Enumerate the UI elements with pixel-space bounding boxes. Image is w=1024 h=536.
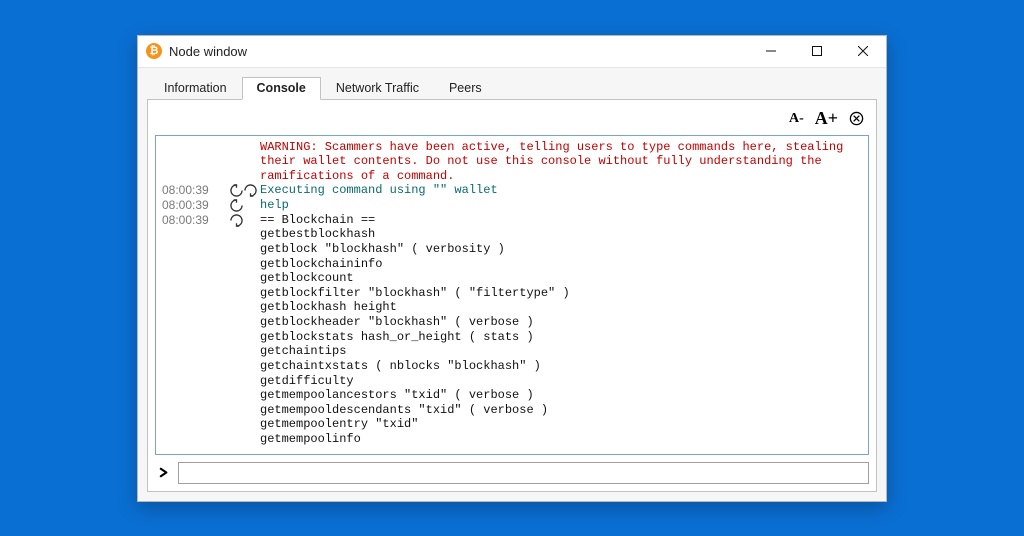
title-bar: ₿ Node window: [138, 36, 886, 68]
console-row: 08:00:39 Executing command using "" wall…: [162, 183, 862, 198]
font-increase-button[interactable]: A+: [811, 108, 842, 129]
minimize-button[interactable]: [748, 36, 794, 67]
direction-icon: [230, 140, 260, 141]
console-input[interactable]: [178, 462, 869, 484]
console-toolbar: A- A+: [155, 107, 869, 131]
console-scroll[interactable]: WARNING: Scammers have been active, tell…: [156, 136, 868, 454]
console-row: 08:00:39 == Blockchain == getbestblockha…: [162, 213, 862, 447]
console-message: help: [260, 198, 862, 213]
app-icon: ₿: [146, 43, 162, 59]
direction-icon: [230, 213, 260, 227]
console-output: WARNING: Scammers have been active, tell…: [155, 135, 869, 455]
warning-text: WARNING: Scammers have been active, tell…: [260, 140, 862, 184]
tab-peers[interactable]: Peers: [434, 77, 497, 100]
window-title: Node window: [169, 44, 247, 59]
tab-information[interactable]: Information: [149, 77, 242, 100]
console-pane: A- A+ WARNING: Scammers have been active…: [147, 99, 877, 492]
direction-icon: [230, 198, 260, 212]
direction-icon: [230, 183, 260, 197]
close-button[interactable]: [840, 36, 886, 67]
prompt-icon: [155, 462, 173, 484]
tab-network-traffic[interactable]: Network Traffic: [321, 77, 434, 100]
console-message: == Blockchain == getbestblockhash getblo…: [260, 213, 862, 447]
font-decrease-button[interactable]: A-: [785, 111, 808, 127]
console-row: 08:00:39 help: [162, 198, 862, 213]
window-body: Information Console Network Traffic Peer…: [138, 68, 886, 501]
console-message: Executing command using "" wallet: [260, 183, 862, 198]
timestamp: 08:00:39: [162, 183, 230, 198]
timestamp: 08:00:39: [162, 198, 230, 213]
timestamp: 08:00:39: [162, 213, 230, 228]
console-warning-row: WARNING: Scammers have been active, tell…: [162, 140, 862, 184]
console-input-row: [155, 462, 869, 484]
tab-bar: Information Console Network Traffic Peer…: [147, 77, 877, 100]
clear-console-button[interactable]: [847, 110, 865, 128]
node-window: ₿ Node window Information Console Networ…: [137, 35, 887, 502]
maximize-button[interactable]: [794, 36, 840, 67]
tab-console[interactable]: Console: [242, 77, 321, 100]
